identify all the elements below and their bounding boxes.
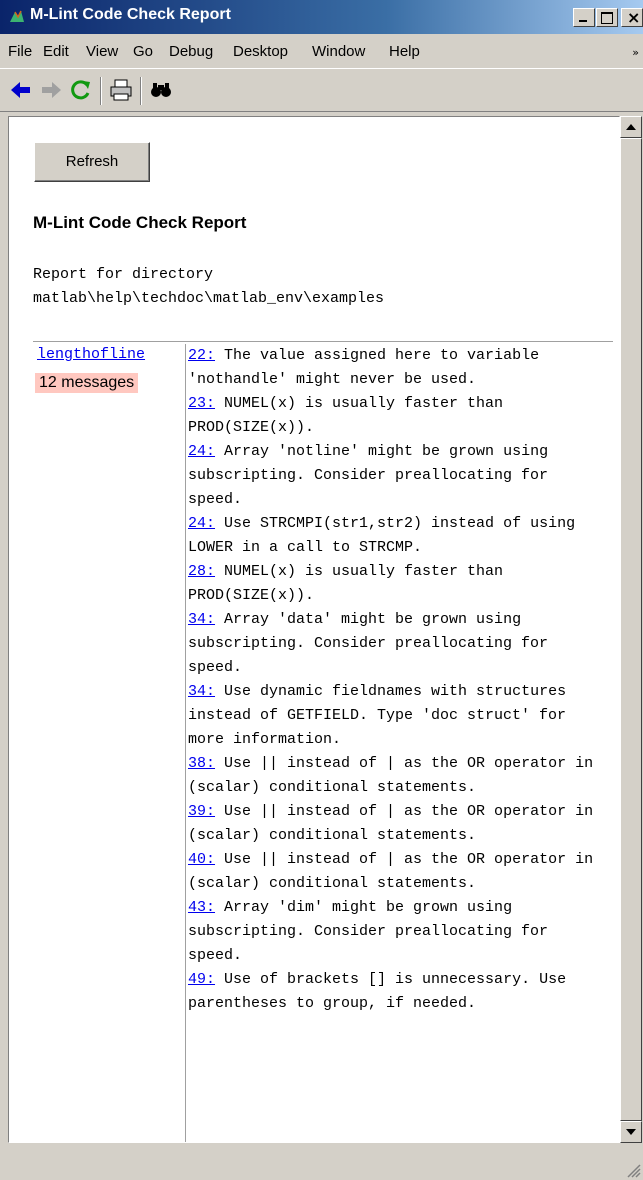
find-icon[interactable] — [148, 77, 174, 103]
column-divider — [185, 344, 186, 1142]
message-text: Use || instead of | as the OR operator i… — [188, 803, 603, 844]
mlint-report-window: M-Lint Code Check Report × File Edit Vie… — [0, 0, 643, 1180]
minimize-icon — [579, 20, 587, 22]
message-item: 34: Array 'data' might be grown using su… — [188, 608, 608, 680]
refresh-icon[interactable] — [68, 77, 94, 103]
line-link[interactable]: 24: — [188, 515, 215, 532]
message-text: Use of brackets [] is unnecessary. Use p… — [188, 971, 576, 1012]
line-link[interactable]: 23: — [188, 395, 215, 412]
message-text: Array 'data' might be grown using subscr… — [188, 611, 558, 676]
message-text: Array 'dim' might be grown using subscri… — [188, 899, 558, 964]
message-item: 34: Use dynamic fieldnames with structur… — [188, 680, 608, 752]
line-link[interactable]: 34: — [188, 611, 215, 628]
menu-edit[interactable]: Edit — [43, 43, 69, 60]
chevron-up-icon — [626, 124, 636, 130]
message-list: 22: The value assigned here to variable … — [188, 344, 608, 1016]
menu-window[interactable]: Window — [312, 43, 365, 60]
toolbar-separator — [140, 77, 142, 105]
message-item: 40: Use || instead of | as the OR operat… — [188, 848, 608, 896]
message-count-badge: 12 messages — [35, 373, 139, 393]
message-text: The value assigned here to variable 'not… — [188, 347, 549, 388]
back-arrow-icon[interactable] — [8, 77, 34, 103]
message-text: Use || instead of | as the OR operator i… — [188, 851, 603, 892]
menu-desktop[interactable]: Desktop — [233, 43, 288, 60]
maximize-icon — [601, 12, 613, 24]
message-item: 24: Use STRCMPI(str1,str2) instead of us… — [188, 512, 608, 560]
table-divider — [33, 341, 613, 342]
line-link[interactable]: 34: — [188, 683, 215, 700]
menu-debug[interactable]: Debug — [169, 43, 213, 60]
menu-help[interactable]: Help — [389, 43, 420, 60]
line-link[interactable]: 24: — [188, 443, 215, 460]
line-link[interactable]: 49: — [188, 971, 215, 988]
minimize-button[interactable] — [573, 8, 595, 27]
scroll-up-button[interactable] — [620, 116, 642, 138]
line-link[interactable]: 43: — [188, 899, 215, 916]
line-link[interactable]: 39: — [188, 803, 215, 820]
message-text: Use dynamic fieldnames with structures i… — [188, 683, 576, 748]
report-title: M-Lint Code Check Report — [33, 213, 247, 232]
status-bar — [0, 1144, 643, 1180]
message-text: Use STRCMPI(str1,str2) instead of using … — [188, 515, 585, 556]
line-link[interactable]: 38: — [188, 755, 215, 772]
toolbar — [0, 68, 643, 112]
message-item: 43: Array 'dim' might be grown using sub… — [188, 896, 608, 968]
line-link[interactable]: 40: — [188, 851, 215, 868]
close-icon: × — [627, 8, 641, 27]
line-link[interactable]: 22: — [188, 347, 215, 364]
report-directory: Report for directory matlab\help\techdoc… — [33, 266, 385, 307]
message-item: 39: Use || instead of | as the OR operat… — [188, 800, 608, 848]
vertical-scrollbar[interactable] — [620, 116, 642, 1143]
toolbar-separator — [100, 77, 102, 105]
forward-arrow-icon[interactable] — [38, 77, 64, 103]
menu-bar: File Edit View Go Debug Desktop Window H… — [0, 34, 643, 68]
message-text: Use || instead of | as the OR operator i… — [188, 755, 603, 796]
message-item: 23: NUMEL(x) is usually faster than PROD… — [188, 392, 608, 440]
file-link[interactable]: lengthofline — [37, 346, 145, 363]
line-link[interactable]: 28: — [188, 563, 215, 580]
menu-view[interactable]: View — [86, 43, 118, 60]
scroll-thumb[interactable] — [620, 138, 642, 1121]
matlab-logo-icon — [10, 10, 24, 22]
close-button[interactable]: × — [621, 8, 643, 27]
print-icon[interactable] — [108, 77, 134, 103]
message-item: 24: Array 'notline' might be grown using… — [188, 440, 608, 512]
menu-go[interactable]: Go — [133, 43, 153, 60]
message-item: 22: The value assigned here to variable … — [188, 344, 608, 392]
title-bar: M-Lint Code Check Report × — [0, 0, 643, 34]
chevron-down-icon — [626, 1129, 636, 1135]
report-content: Refresh M-Lint Code Check Report Report … — [8, 116, 620, 1143]
window-title: M-Lint Code Check Report — [30, 6, 231, 23]
message-item: 38: Use || instead of | as the OR operat… — [188, 752, 608, 800]
message-item: 49: Use of brackets [] is unnecessary. U… — [188, 968, 608, 1016]
refresh-button[interactable]: Refresh — [34, 142, 150, 182]
maximize-button[interactable] — [596, 8, 618, 27]
menu-file[interactable]: File — [8, 43, 32, 60]
resize-grip-icon[interactable] — [625, 1162, 641, 1178]
message-text: NUMEL(x) is usually faster than PROD(SIZ… — [188, 563, 513, 604]
message-text: Array 'notline' might be grown using sub… — [188, 443, 558, 508]
message-text: NUMEL(x) is usually faster than PROD(SIZ… — [188, 395, 513, 436]
message-item: 28: NUMEL(x) is usually faster than PROD… — [188, 560, 608, 608]
menu-overflow-icon[interactable]: » — [632, 46, 639, 59]
scroll-down-button[interactable] — [620, 1121, 642, 1143]
